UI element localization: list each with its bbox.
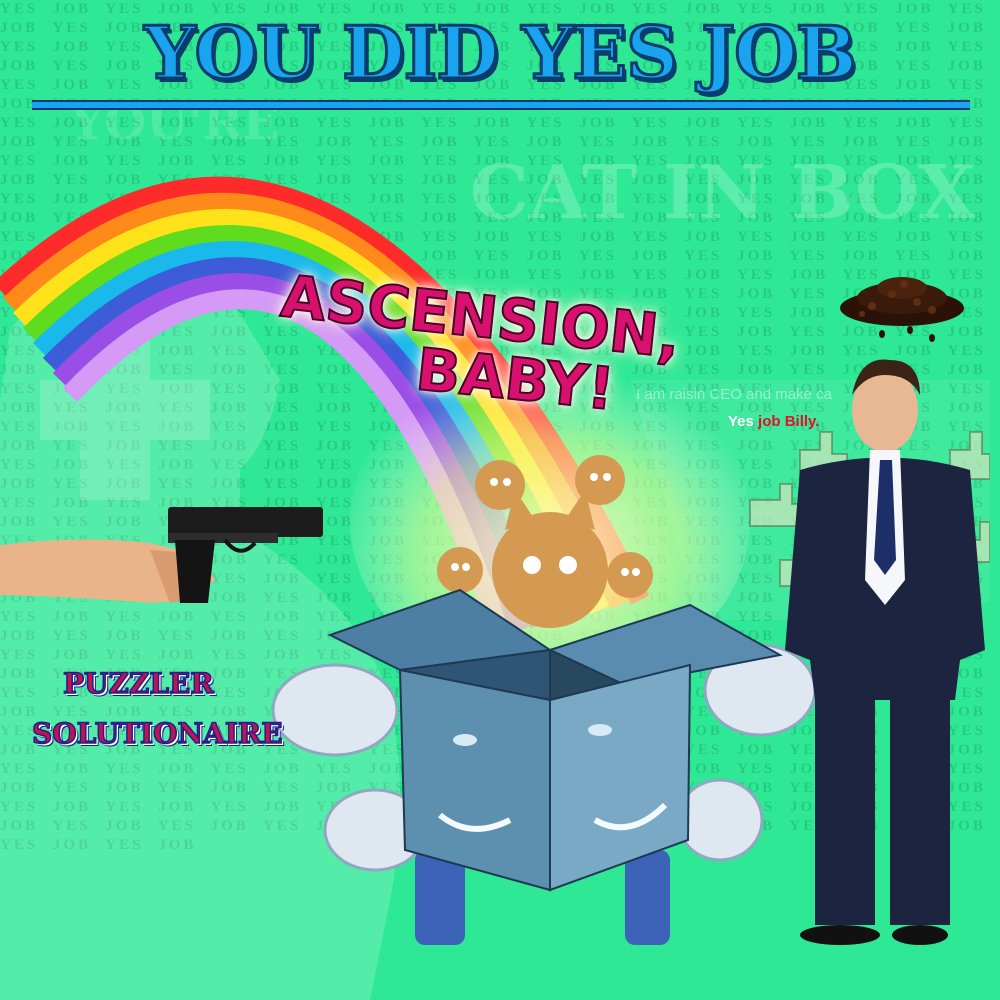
page-title: YOU DID YES JOB (143, 9, 859, 97)
title-underline (32, 100, 970, 110)
ascending-cat-box (271, 455, 817, 945)
businessman-billy (785, 359, 985, 945)
badge-line2: SOLUTIONAIRE (31, 716, 283, 751)
raisin-pile-icon (840, 277, 964, 342)
badge-line1: PUZZLER (62, 666, 214, 701)
scene: YES JOB YES JOB YES JOB YES JOB YES JOB … (0, 0, 1000, 1000)
